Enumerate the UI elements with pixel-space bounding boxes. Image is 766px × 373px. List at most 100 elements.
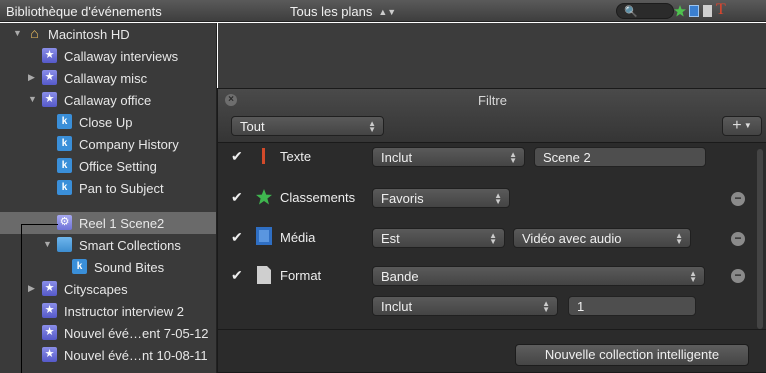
sidebar-item-nouvel-evenement-10-08-11[interactable]: ★ Nouvel évé…nt 10-08-11 [0,344,216,366]
format-sub-operator-label: Inclut [381,299,413,314]
filter-rule-format: ✔ Format Bande ▲ ▼ − Inclut ▲ ▼ 1 [218,259,758,329]
sidebar-item-sound-bites[interactable]: k Sound Bites [0,256,216,278]
text-operator-popup[interactable]: Inclut ▲ ▼ [372,147,525,167]
top-bar: Bibliothèque d'événements Tous les plans… [0,0,766,22]
folder-icon [57,237,72,252]
sidebar-item-label: Macintosh HD [48,27,130,42]
new-smart-collection-button[interactable]: Nouvelle collection intelligente [515,344,749,366]
media-type-label: Vidéo avec audio [522,231,622,246]
filter-rule-ratings: ✔ Classements Favoris ▲ ▼ − [218,181,758,217]
checkbox-format[interactable]: ✔ [231,268,245,282]
sidebar-item-label: Pan to Subject [79,181,164,196]
chevron-down-icon: ▼ [741,121,752,130]
filter-window: × Filtre Tout ▲ ▼ + ▼ ✔ Texte Inclut ▲ ▼ S… [217,88,766,373]
keyword-collection-icon: k [57,158,72,173]
text-filter-icon[interactable]: T [716,1,726,19]
ratings-popup[interactable]: Favoris ▲ ▼ [372,188,510,208]
search-field[interactable]: 🔍 [616,3,674,19]
popup-arrows-icon: ▲ ▼ [489,231,497,246]
callout-line [21,224,22,373]
rule-label: Format [280,268,322,283]
vertical-scrollbar[interactable] [757,149,763,329]
footer-divider [218,329,766,330]
format-popup[interactable]: Bande ▲ ▼ [372,266,705,286]
sidebar-item-cityscapes[interactable]: ▶ ★ Cityscapes [0,278,216,300]
disclosure-closed-icon[interactable]: ▶ [28,72,35,83]
match-popup[interactable]: Tout ▲ ▼ [231,116,384,136]
favorites-star-icon [256,189,272,205]
event-library-title: Bibliothèque d'événements [6,4,162,19]
sidebar-item-callaway-interviews[interactable]: ★ Callaway interviews [0,45,216,67]
format-value-field[interactable]: 1 [568,296,696,316]
popup-arrows-icon: ▲ ▼ [368,119,376,134]
sidebar-item-label: Cityscapes [64,282,128,297]
event-star-icon: ★ [42,92,57,107]
video-filter-icon[interactable] [689,5,699,17]
filter-rule-media: ✔ Média Est ▲ ▼ Vidéo avec audio ▲ ▼ − [218,220,758,256]
clip-filter-popup[interactable]: Tous les plans ▲▼ [290,4,396,19]
sidebar-item-label: Callaway misc [64,71,148,86]
clip-filter-label: Tous les plans [290,4,373,19]
rule-label: Texte [280,149,312,164]
event-star-icon: ★ [42,70,57,85]
popup-arrows-icon: ▲ ▼ [542,299,550,314]
media-type-popup[interactable]: Vidéo avec audio ▲ ▼ [513,228,691,248]
sidebar-item-label: Close Up [79,115,133,130]
disclosure-open-icon[interactable]: ▼ [13,28,22,38]
checkbox-ratings[interactable]: ✔ [231,190,245,204]
popup-arrows-icon: ▲ ▼ [675,231,683,246]
updown-arrows-icon: ▲▼ [378,7,397,17]
sidebar-item-label: Callaway office [64,93,152,108]
sidebar-item-macintosh-hd[interactable]: ▼ ⌂ Macintosh HD [0,23,216,45]
sidebar-item-label: Nouvel évé…ent 7-05-12 [64,326,209,341]
disclosure-open-icon[interactable]: ▼ [28,94,37,104]
sidebar-item-label: Reel 1 Scene2 [79,216,165,231]
filter-rule-text: ✔ Texte Inclut ▲ ▼ Scene 2 [218,145,758,181]
favorites-star-icon[interactable] [674,5,686,17]
event-star-icon: ★ [42,281,57,296]
format-popup-label: Bande [381,269,419,284]
text-value-field[interactable]: Scene 2 [534,147,706,167]
checkbox-media[interactable]: ✔ [231,230,245,244]
sidebar-item-label: Callaway interviews [64,49,179,64]
keyword-collection-icon: k [57,114,72,129]
format-sub-operator-popup[interactable]: Inclut ▲ ▼ [372,296,558,316]
keyword-collection-icon: k [72,259,87,274]
ratings-popup-label: Favoris [381,191,424,206]
sidebar-item-callaway-office[interactable]: ▼ ★ Callaway office [0,89,216,111]
sidebar-item-reel-1-scene2[interactable]: ⚙ Reel 1 Scene2 [0,212,216,234]
media-film-icon [256,227,272,245]
document-icon[interactable] [703,5,712,17]
checkbox-text[interactable]: ✔ [231,149,245,163]
sidebar-item-company-history[interactable]: k Company History [0,133,216,155]
sidebar-item-label: Instructor interview 2 [64,304,184,319]
smart-collection-icon: ⚙ [57,215,72,230]
disclosure-closed-icon[interactable]: ▶ [28,283,35,294]
event-star-icon: ★ [42,303,57,318]
popup-arrows-icon: ▲ ▼ [509,150,517,165]
disclosure-open-icon[interactable]: ▼ [43,239,52,249]
remove-rule-button[interactable]: − [731,232,745,246]
sidebar-item-instructor-interview-2[interactable]: ★ Instructor interview 2 [0,300,216,322]
sidebar-item-office-setting[interactable]: k Office Setting [0,155,216,177]
sidebar-item-close-up[interactable]: k Close Up [0,111,216,133]
sidebar-item-smart-collections[interactable]: ▼ Smart Collections [0,234,216,256]
remove-rule-button[interactable]: − [731,269,745,283]
event-star-icon: ★ [42,347,57,362]
remove-rule-button[interactable]: − [731,192,745,206]
text-filter-icon [262,148,265,164]
sidebar-item-nouvel-evenement-7-05-12[interactable]: ★ Nouvel évé…ent 7-05-12 [0,322,216,344]
sidebar-item-callaway-misc[interactable]: ▶ ★ Callaway misc [0,67,216,89]
sidebar-item-pan-to-subject[interactable]: k Pan to Subject [0,177,216,199]
event-library-sidebar: ▼ ⌂ Macintosh HD ★ Callaway interviews ▶… [0,23,217,373]
filter-header: × Filtre Tout ▲ ▼ + ▼ [218,89,766,143]
filter-title: Filtre [478,93,507,108]
add-rule-button[interactable]: + ▼ [722,116,762,136]
sidebar-item-label: Nouvel évé…nt 10-08-11 [64,348,208,363]
sidebar-item-label: Company History [79,137,179,152]
sidebar-item-label: Smart Collections [79,238,181,253]
keyword-collection-icon: k [57,136,72,151]
toolbar-icons: 🔍 T [616,1,766,19]
callout-line [21,224,58,225]
media-operator-popup[interactable]: Est ▲ ▼ [372,228,505,248]
